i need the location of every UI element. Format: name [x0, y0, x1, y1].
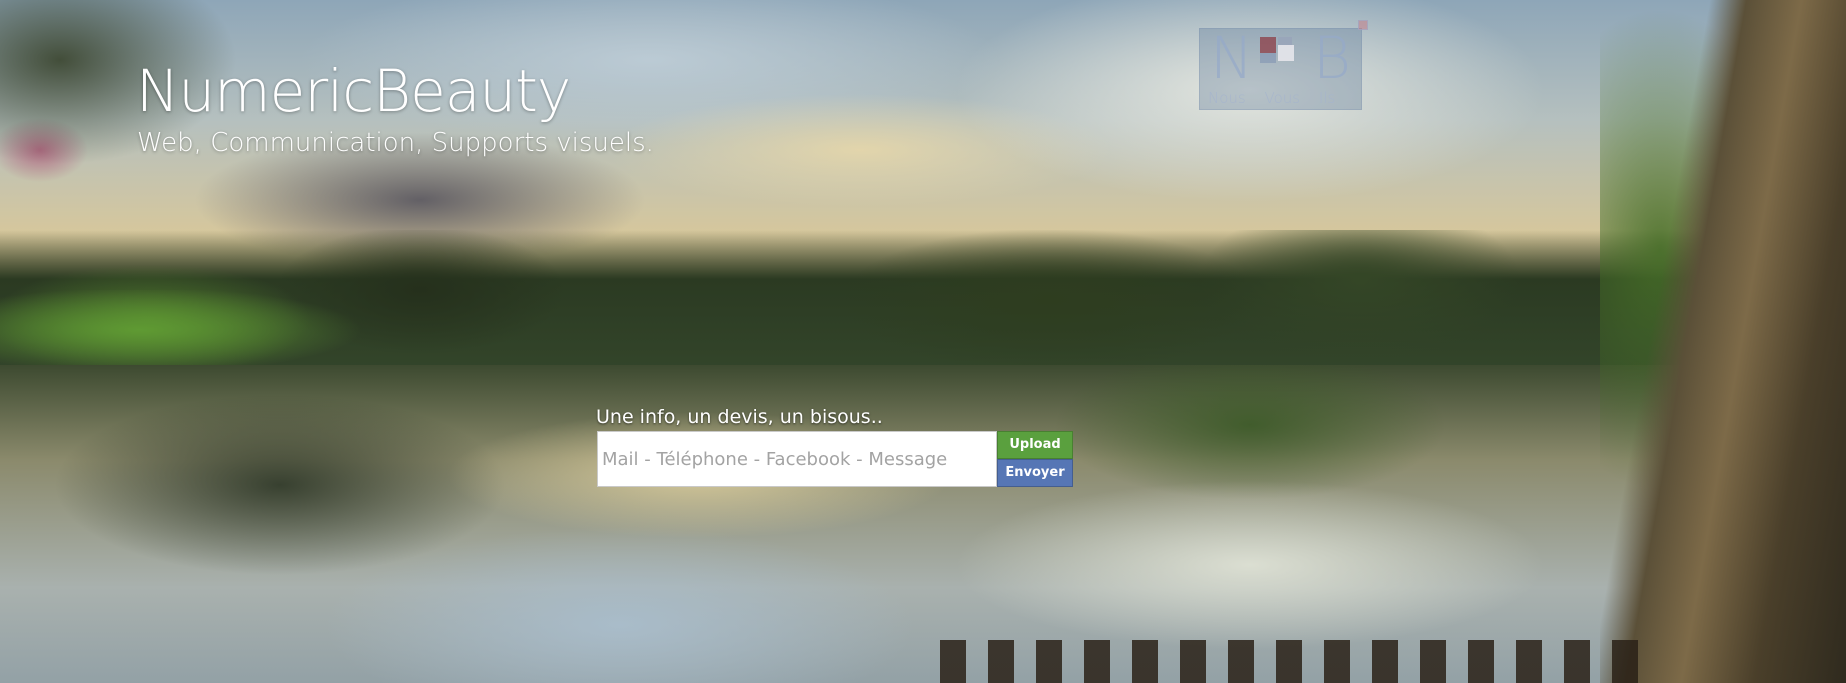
logo-word-ils: Ils	[1318, 89, 1336, 107]
lake-reflection-background	[0, 365, 1846, 683]
upload-button[interactable]: Upload	[997, 431, 1073, 459]
tree-trunk-background	[1600, 0, 1846, 683]
logo-letter-b: B	[1313, 24, 1351, 92]
logo-words: Nous Vous Ils	[1208, 89, 1358, 107]
contact-message-input[interactable]	[597, 431, 997, 487]
send-button[interactable]: Envoyer	[997, 459, 1073, 487]
logo-letter-n: N	[1210, 24, 1254, 92]
contact-form: Upload Envoyer	[597, 431, 1073, 487]
logo-squares-icon	[1258, 33, 1308, 73]
fence-posts-background	[940, 640, 1640, 683]
landing-page: NumericBeauty Web, Communication, Suppor…	[0, 0, 1846, 683]
nvi-logo[interactable]: N B Nous Vous Ils	[1199, 28, 1362, 110]
logo-corner-mark-icon	[1358, 20, 1368, 30]
contact-prompt: Une info, un devis, un bisous..	[596, 406, 883, 428]
grass-background	[0, 290, 420, 370]
logo-word-nous: Nous	[1208, 89, 1246, 107]
logo-word-vous: Vous	[1264, 89, 1301, 107]
brand-title: NumericBeauty	[136, 57, 571, 125]
brand-tagline: Web, Communication, Supports visuels.	[137, 128, 654, 158]
